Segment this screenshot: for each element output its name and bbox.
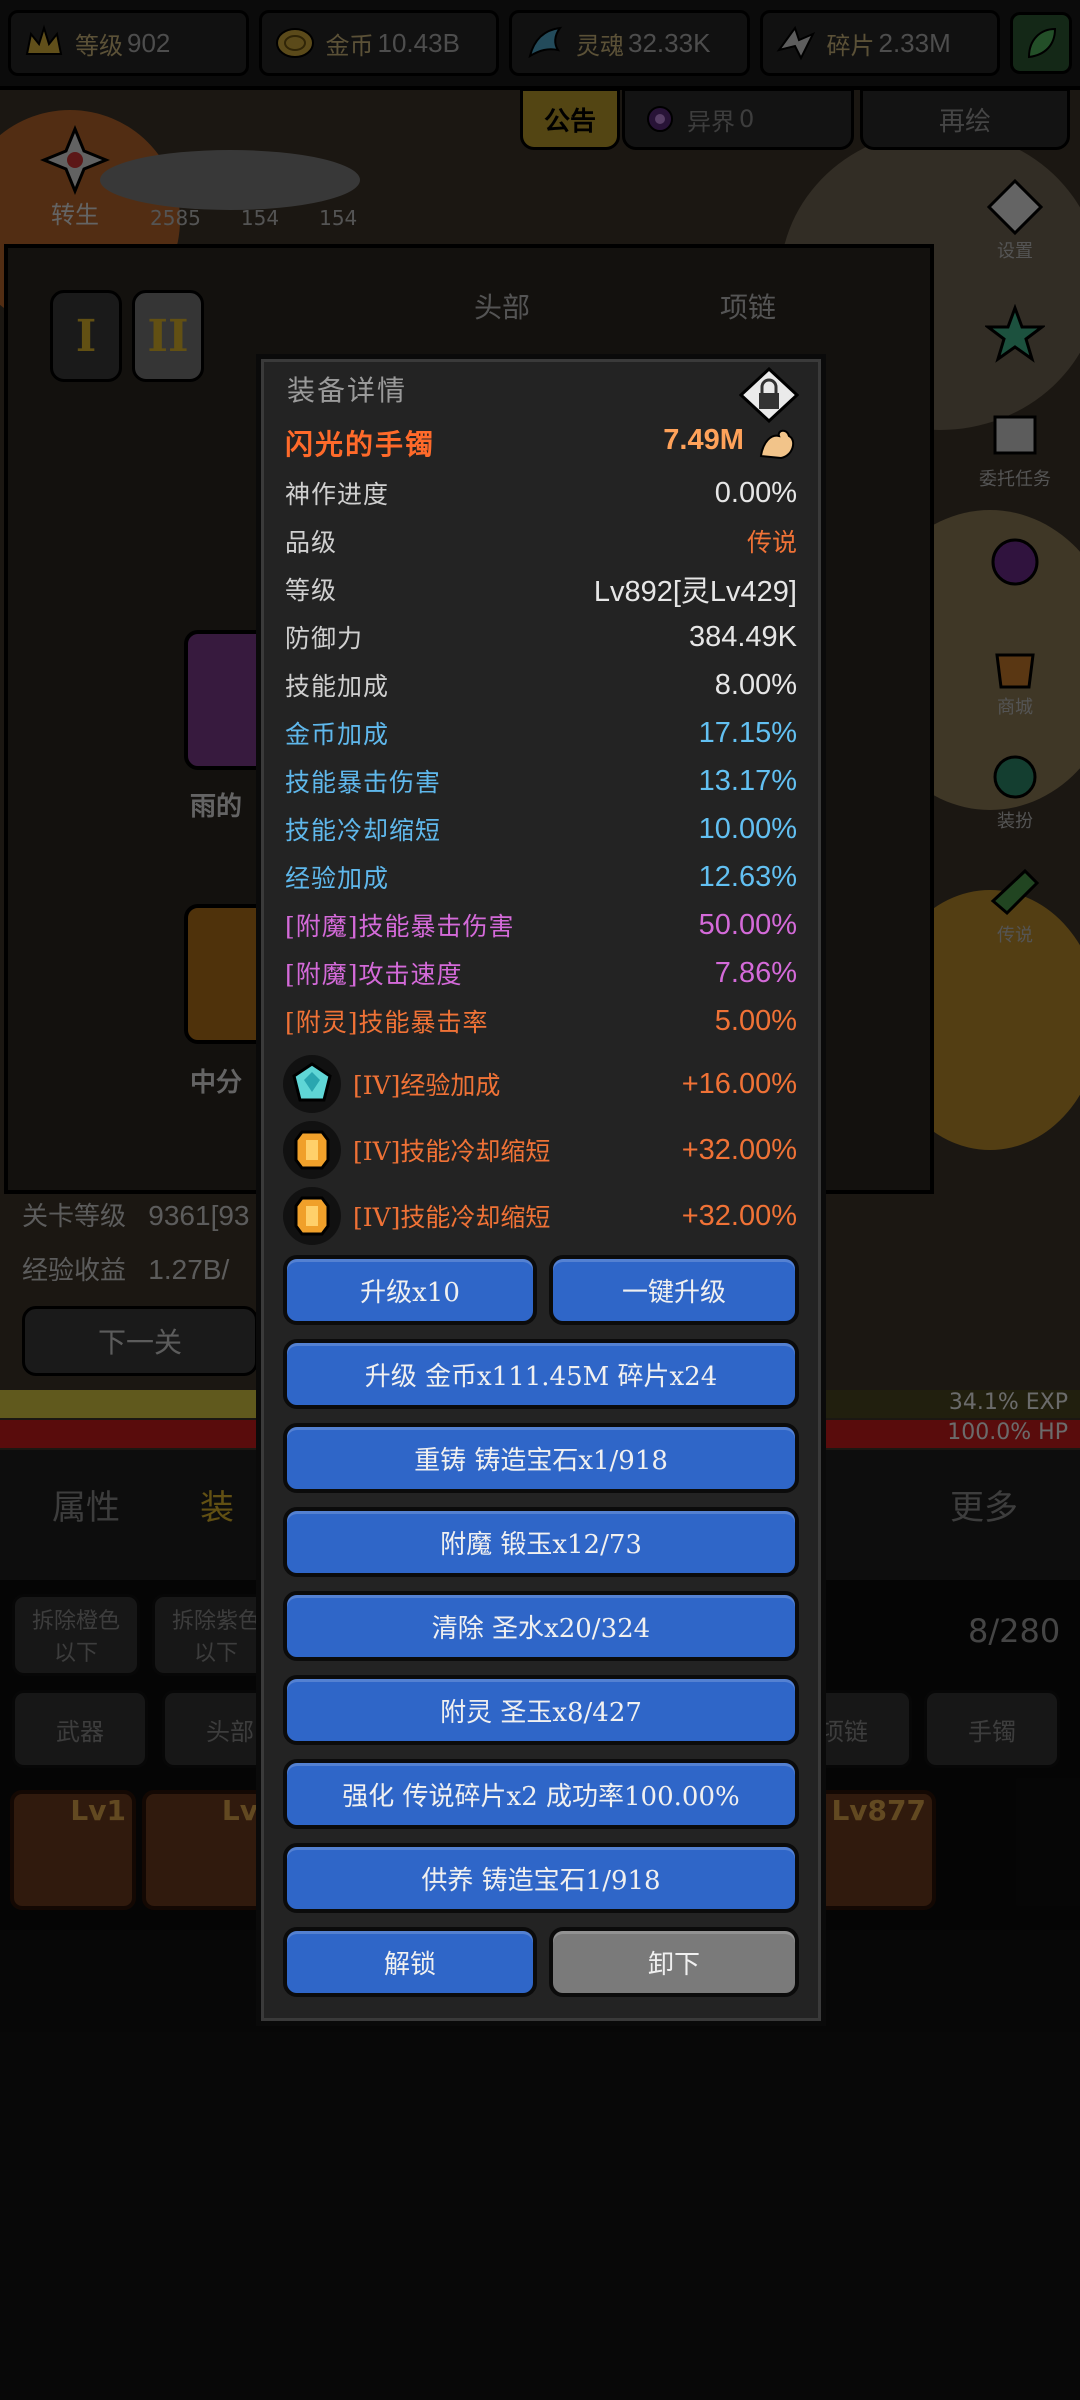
legend-button[interactable]: 传说 bbox=[965, 854, 1065, 954]
crown-icon bbox=[25, 24, 63, 55]
quest-button[interactable]: 委托任务 bbox=[965, 398, 1065, 498]
stat-row: 技能暴击伤害 13.17% bbox=[285, 764, 797, 798]
muscle-icon bbox=[759, 430, 795, 460]
shard-icon bbox=[776, 25, 815, 61]
modal-title: 装备详情 bbox=[287, 374, 408, 407]
stat-row: 防御力 384.49K bbox=[285, 620, 797, 654]
stat-row: [附灵]技能暴击率 5.00% bbox=[285, 1004, 797, 1038]
spirit-infuse-button[interactable]: 附灵 圣玉x8/427 bbox=[283, 1675, 799, 1745]
enchant-button[interactable]: 附魔 锻玉x12/73 bbox=[283, 1507, 799, 1577]
bg-item-name-1: 雨的 bbox=[190, 792, 243, 822]
star-icon bbox=[985, 304, 1045, 363]
lock-button[interactable] bbox=[739, 367, 799, 423]
gem-socket-row[interactable]: [IV]技能冷却缩短 +32.00% bbox=[283, 1119, 797, 1181]
horn-icon bbox=[990, 868, 1040, 916]
filter-bracelet[interactable]: 手镯 bbox=[924, 1690, 1060, 1768]
page-tab-1[interactable]: I bbox=[50, 290, 122, 382]
upgrade-all-button[interactable]: 一键升级 bbox=[549, 1255, 799, 1325]
resource-bar: 等级 902 金币 10.43B 灵魂 32.33K 碎片 2.33M bbox=[0, 0, 1080, 90]
amber-gem-icon bbox=[294, 1196, 330, 1236]
stat-row: [附魔]攻击速度 7.86% bbox=[285, 956, 797, 990]
reincarnate-button[interactable]: 转生 bbox=[20, 110, 130, 230]
stage-level: 关卡等级 9361[93 bbox=[22, 1200, 250, 1232]
stat-row: 经验加成 12.63% bbox=[285, 860, 797, 894]
redraw-tab[interactable]: 再绘 bbox=[860, 88, 1070, 150]
stat-row: [附魔]技能暴击伤害 50.00% bbox=[285, 908, 797, 942]
side-menu: 设置 委托任务 商城 装扮 传说 bbox=[950, 170, 1080, 968]
compass-icon bbox=[40, 125, 110, 195]
dismantle-orange-button[interactable]: 拆除橙色 以下 bbox=[12, 1594, 140, 1676]
amber-gem-icon bbox=[294, 1130, 330, 1170]
resource-gold: 金币 10.43B bbox=[258, 10, 499, 76]
filter-weapon[interactable]: 武器 bbox=[12, 1690, 148, 1768]
recast-button[interactable]: 重铸 铸造宝石x1/918 bbox=[283, 1423, 799, 1493]
enhance-button[interactable]: 强化 传说碎片x2 成功率100.00% bbox=[283, 1759, 799, 1829]
bag-icon bbox=[995, 653, 1035, 689]
resource-soul: 灵魂 32.33K bbox=[509, 10, 750, 76]
stat-row: 神作进度 0.00% bbox=[285, 476, 797, 510]
stat-row: 品级 传说 bbox=[285, 528, 797, 557]
vortex-icon bbox=[647, 106, 673, 132]
tab-more[interactable]: 更多 bbox=[950, 1480, 1018, 1529]
item-power: 7.49M bbox=[663, 423, 744, 456]
next-stage-button[interactable]: 下一关 bbox=[22, 1306, 258, 1376]
inventory-item[interactable]: Lv bbox=[142, 1790, 268, 1910]
cleanse-button[interactable]: 清除 圣水x20/324 bbox=[283, 1591, 799, 1661]
stat-row: 金币加成 17.15% bbox=[285, 716, 797, 750]
stat-row: 技能冷却缩短 10.00% bbox=[285, 812, 797, 846]
notice-tab[interactable]: 公告 bbox=[520, 88, 620, 150]
diamond-gem-icon bbox=[292, 1062, 332, 1102]
necklace-slot-label: 项链 bbox=[720, 291, 777, 324]
scroll-icon bbox=[993, 415, 1037, 455]
star-button[interactable] bbox=[965, 284, 1065, 384]
item-name-row: 闪光的手镯 7.49M bbox=[285, 421, 797, 465]
upgrade-cost-button[interactable]: 升级 金币x111.45M 碎片x24 bbox=[283, 1339, 799, 1409]
settings-button[interactable]: 设置 bbox=[965, 170, 1065, 270]
shop-button[interactable]: 商城 bbox=[965, 626, 1065, 726]
item-name: 闪光的手镯 bbox=[285, 428, 436, 461]
coin-icon bbox=[275, 28, 314, 58]
inventory-item[interactable]: Lv1 bbox=[10, 1790, 136, 1910]
lock-icon bbox=[739, 367, 799, 423]
head-slot-label: 头部 bbox=[474, 291, 531, 324]
soul-icon bbox=[528, 26, 563, 59]
realm-tab[interactable]: 异界 0 bbox=[622, 88, 854, 150]
resource-level: 等级 902 bbox=[8, 10, 249, 76]
inventory-capacity: 8/280 bbox=[968, 1612, 1061, 1650]
unlock-button[interactable]: 解锁 bbox=[283, 1927, 537, 1997]
stat-row: 技能加成 8.00% bbox=[285, 668, 797, 702]
gem-socket-row[interactable]: [IV]技能冷却缩短 +32.00% bbox=[283, 1185, 797, 1247]
resource-shard: 碎片 2.33M bbox=[759, 10, 1000, 76]
outfit-button[interactable]: 装扮 bbox=[965, 740, 1065, 840]
offer-button[interactable]: 供养 铸造宝石1/918 bbox=[283, 1843, 799, 1913]
upgrade-x10-button[interactable]: 升级x10 bbox=[283, 1255, 537, 1325]
outfit-icon bbox=[993, 755, 1037, 799]
page-tab-2[interactable]: II bbox=[132, 290, 204, 382]
tab-equipment[interactable]: 装 bbox=[200, 1480, 234, 1529]
tab-attributes[interactable]: 属性 bbox=[52, 1480, 120, 1529]
exp-income: 经验收益 1.27B/ bbox=[22, 1254, 230, 1286]
gem-socket-row[interactable]: [IV]经验加成 +16.00% bbox=[283, 1053, 797, 1115]
portal-button[interactable] bbox=[965, 512, 1065, 612]
leaf-icon bbox=[1027, 27, 1057, 59]
settings-diamond-icon bbox=[986, 178, 1044, 236]
stat-row: 等级 Lv892[灵Lv429] bbox=[285, 576, 797, 608]
unequip-button[interactable]: 卸下 bbox=[549, 1927, 799, 1997]
bg-item-name-2: 中分 bbox=[190, 1068, 243, 1098]
portal-icon bbox=[991, 538, 1039, 586]
equipment-detail-modal: 装备详情 闪光的手镯 7.49M 神作进度 0.00% 品级 传说 等级 Lv892[… bbox=[256, 354, 826, 2026]
inventory-item[interactable]: Lv877 bbox=[810, 1790, 936, 1910]
leaf-menu-button[interactable] bbox=[1010, 12, 1072, 74]
skill-mini-values: 2585 154 154 bbox=[150, 206, 358, 230]
